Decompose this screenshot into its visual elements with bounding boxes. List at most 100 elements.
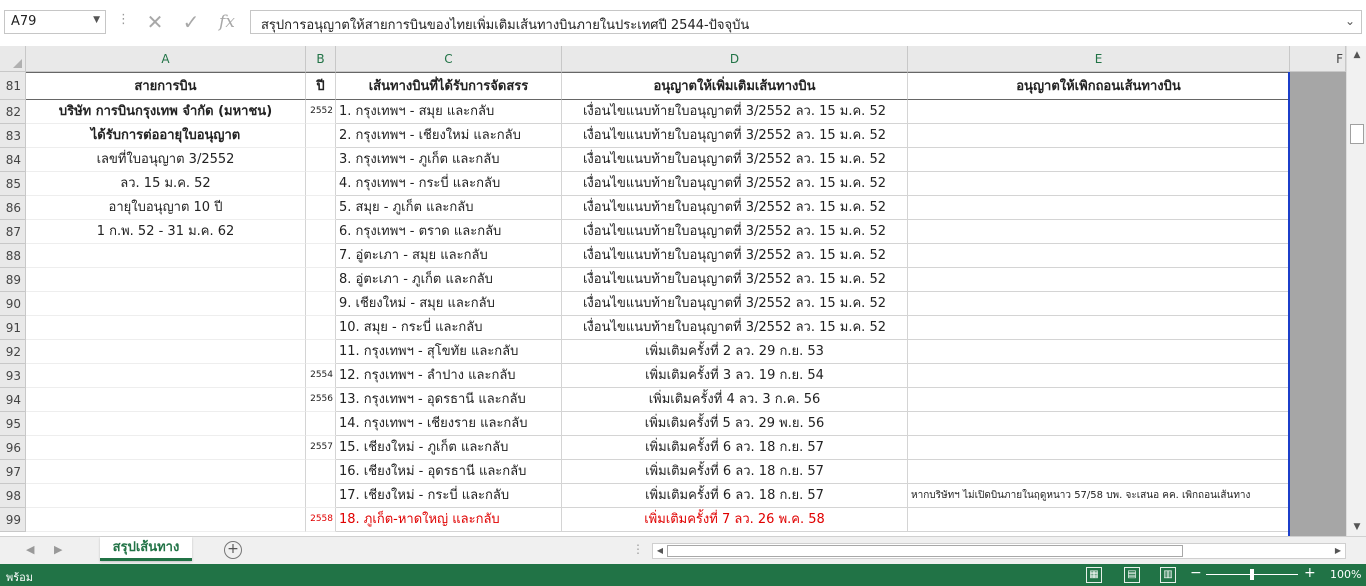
column-header-c[interactable]: C xyxy=(336,46,562,72)
row-header[interactable]: 83 xyxy=(0,124,26,148)
cell-route[interactable]: 9. เชียงใหม่ - สมุย และกลับ xyxy=(336,292,562,316)
row-header[interactable]: 89 xyxy=(0,268,26,292)
cell-add-route[interactable]: เงื่อนไขแนบท้ายใบอนุญาตที่ 3/2552 ลว. 15… xyxy=(562,196,908,220)
cell-revoke-route[interactable] xyxy=(908,436,1290,460)
cell-year[interactable] xyxy=(306,268,336,292)
cell-route[interactable]: 16. เชียงใหม่ - อุดรธานี และกลับ xyxy=(336,460,562,484)
cell-revoke-route[interactable] xyxy=(908,292,1290,316)
cell-revoke-route[interactable] xyxy=(908,148,1290,172)
scroll-left-icon[interactable]: ◀ xyxy=(653,544,667,558)
cell-year[interactable]: 2554 xyxy=(306,364,336,388)
prev-sheet-icon[interactable]: ◀ xyxy=(26,543,34,556)
column-header-d[interactable]: D xyxy=(562,46,908,72)
cell-revoke-route[interactable] xyxy=(908,220,1290,244)
vertical-scrollbar[interactable]: ▲ ▼ xyxy=(1346,46,1366,536)
row-header[interactable]: 88 xyxy=(0,244,26,268)
cell-year[interactable] xyxy=(306,148,336,172)
cell-add-route[interactable]: เงื่อนไขแนบท้ายใบอนุญาตที่ 3/2552 ลว. 15… xyxy=(562,244,908,268)
cell-airline[interactable] xyxy=(26,436,306,460)
cell-revoke-route[interactable] xyxy=(908,460,1290,484)
row-header[interactable]: 81 xyxy=(0,72,26,100)
cell-route[interactable]: 3. กรุงเทพฯ - ภูเก็ต และกลับ xyxy=(336,148,562,172)
column-header-a[interactable]: A xyxy=(26,46,306,72)
header-add-routes[interactable]: อนุญาตให้เพิ่มเติมเส้นทางบิน xyxy=(562,72,908,100)
cell-add-route[interactable]: เพิ่มเติมครั้งที่ 6 ลว. 18 ก.ย. 57 xyxy=(562,484,908,508)
page-break-view-icon[interactable]: ▥ xyxy=(1160,567,1176,583)
row-header[interactable]: 84 xyxy=(0,148,26,172)
cell-route[interactable]: 13. กรุงเทพฯ - อุดรธานี และกลับ xyxy=(336,388,562,412)
scroll-right-icon[interactable]: ▶ xyxy=(1331,544,1345,558)
vertical-scroll-thumb[interactable] xyxy=(1350,124,1364,144)
column-header-e[interactable]: E xyxy=(908,46,1290,72)
cell-revoke-route[interactable] xyxy=(908,412,1290,436)
column-header-f[interactable]: F xyxy=(1290,46,1346,72)
cell-airline[interactable] xyxy=(26,412,306,436)
cell-route[interactable]: 10. สมุย - กระบี่ และกลับ xyxy=(336,316,562,340)
expand-formula-chevron-icon[interactable]: ⌄ xyxy=(1345,14,1355,28)
cell-add-route[interactable]: เงื่อนไขแนบท้ายใบอนุญาตที่ 3/2552 ลว. 15… xyxy=(562,316,908,340)
horizontal-scroll-thumb[interactable] xyxy=(667,545,1183,557)
chevron-down-icon[interactable]: ▼ xyxy=(93,15,100,25)
cell-airline[interactable] xyxy=(26,364,306,388)
cell-year[interactable] xyxy=(306,484,336,508)
cell-airline[interactable] xyxy=(26,316,306,340)
formula-input[interactable]: สรุปการอนุญาตให้สายการบินของไทยเพิ่มเติม… xyxy=(250,10,1362,34)
cell-route[interactable]: 4. กรุงเทพฯ - กระบี่ และกลับ xyxy=(336,172,562,196)
cell-add-route[interactable]: เพิ่มเติมครั้งที่ 4 ลว. 3 ก.ค. 56 xyxy=(562,388,908,412)
row-header[interactable]: 99 xyxy=(0,508,26,532)
row-header[interactable]: 90 xyxy=(0,292,26,316)
check-icon[interactable]: ✓ xyxy=(178,10,204,34)
cell-add-route[interactable]: เพิ่มเติมครั้งที่ 3 ลว. 19 ก.ย. 54 xyxy=(562,364,908,388)
cell-route[interactable]: 12. กรุงเทพฯ - ลำปาง และกลับ xyxy=(336,364,562,388)
cell-route[interactable]: 5. สมุย - ภูเก็ต และกลับ xyxy=(336,196,562,220)
cell-add-route[interactable]: เพิ่มเติมครั้งที่ 7 ลว. 26 พ.ค. 58 xyxy=(562,508,908,532)
cell-route[interactable]: 18. ภูเก็ต-หาดใหญ่ และกลับ xyxy=(336,508,562,532)
plus-circle-icon[interactable]: + xyxy=(224,541,242,559)
cell-add-route[interactable]: เพิ่มเติมครั้งที่ 6 ลว. 18 ก.ย. 57 xyxy=(562,436,908,460)
formula-bar-grip-icon[interactable]: ⋮ xyxy=(117,12,130,27)
cell-revoke-route[interactable] xyxy=(908,244,1290,268)
cell-airline[interactable] xyxy=(26,292,306,316)
cell-year[interactable] xyxy=(306,292,336,316)
cell-route[interactable]: 7. อู่ตะเภา - สมุย และกลับ xyxy=(336,244,562,268)
scroll-down-icon[interactable]: ▼ xyxy=(1350,520,1364,534)
row-header[interactable]: 86 xyxy=(0,196,26,220)
cell-revoke-route[interactable] xyxy=(908,172,1290,196)
row-header[interactable]: 85 xyxy=(0,172,26,196)
cell-year[interactable] xyxy=(306,196,336,220)
cell-year[interactable] xyxy=(306,244,336,268)
cell-route[interactable]: 8. อู่ตะเภา - ภูเก็ต และกลับ xyxy=(336,268,562,292)
zoom-level[interactable]: 100% xyxy=(1330,568,1361,581)
row-header[interactable]: 93 xyxy=(0,364,26,388)
cell-route[interactable]: 17. เชียงใหม่ - กระบี่ และกลับ xyxy=(336,484,562,508)
row-header[interactable]: 87 xyxy=(0,220,26,244)
cell-revoke-route[interactable]: หากบริษัทฯ ไม่เปิดบินภายในฤดูหนาว 57/58 … xyxy=(908,484,1290,508)
cell-add-route[interactable]: เพิ่มเติมครั้งที่ 5 ลว. 29 พ.ย. 56 xyxy=(562,412,908,436)
page-layout-view-icon[interactable]: ▤ xyxy=(1124,567,1140,583)
cell-year[interactable]: 2556 xyxy=(306,388,336,412)
sheet-tab-active[interactable]: สรุปเส้นทาง xyxy=(100,537,192,561)
next-sheet-icon[interactable]: ▶ xyxy=(54,543,62,556)
cell-revoke-route[interactable] xyxy=(908,508,1290,532)
cell-year[interactable] xyxy=(306,316,336,340)
zoom-out-button[interactable]: − xyxy=(1190,565,1202,581)
cell-airline[interactable]: เลขที่ใบอนุญาต 3/2552 xyxy=(26,148,306,172)
scroll-up-icon[interactable]: ▲ xyxy=(1350,48,1364,62)
cell-add-route[interactable]: เงื่อนไขแนบท้ายใบอนุญาตที่ 3/2552 ลว. 15… xyxy=(562,100,908,124)
cell-year[interactable]: 2558 xyxy=(306,508,336,532)
cell-year[interactable] xyxy=(306,220,336,244)
cell-route[interactable]: 6. กรุงเทพฯ - ตราด และกลับ xyxy=(336,220,562,244)
cell-revoke-route[interactable] xyxy=(908,100,1290,124)
column-header-b[interactable]: B xyxy=(306,46,336,72)
header-year[interactable]: ปี xyxy=(306,72,336,100)
cell-route[interactable]: 15. เชียงใหม่ - ภูเก็ต และกลับ xyxy=(336,436,562,460)
cell-revoke-route[interactable] xyxy=(908,316,1290,340)
cell-airline[interactable]: อายุใบอนุญาต 10 ปี xyxy=(26,196,306,220)
normal-view-icon[interactable]: ▦ xyxy=(1086,567,1102,583)
header-airline[interactable]: สายการบิน xyxy=(26,72,306,100)
cell-add-route[interactable]: เงื่อนไขแนบท้ายใบอนุญาตที่ 3/2552 ลว. 15… xyxy=(562,172,908,196)
select-all-button[interactable] xyxy=(0,46,26,72)
cell-year[interactable] xyxy=(306,412,336,436)
row-header[interactable]: 97 xyxy=(0,460,26,484)
cell-year[interactable] xyxy=(306,340,336,364)
